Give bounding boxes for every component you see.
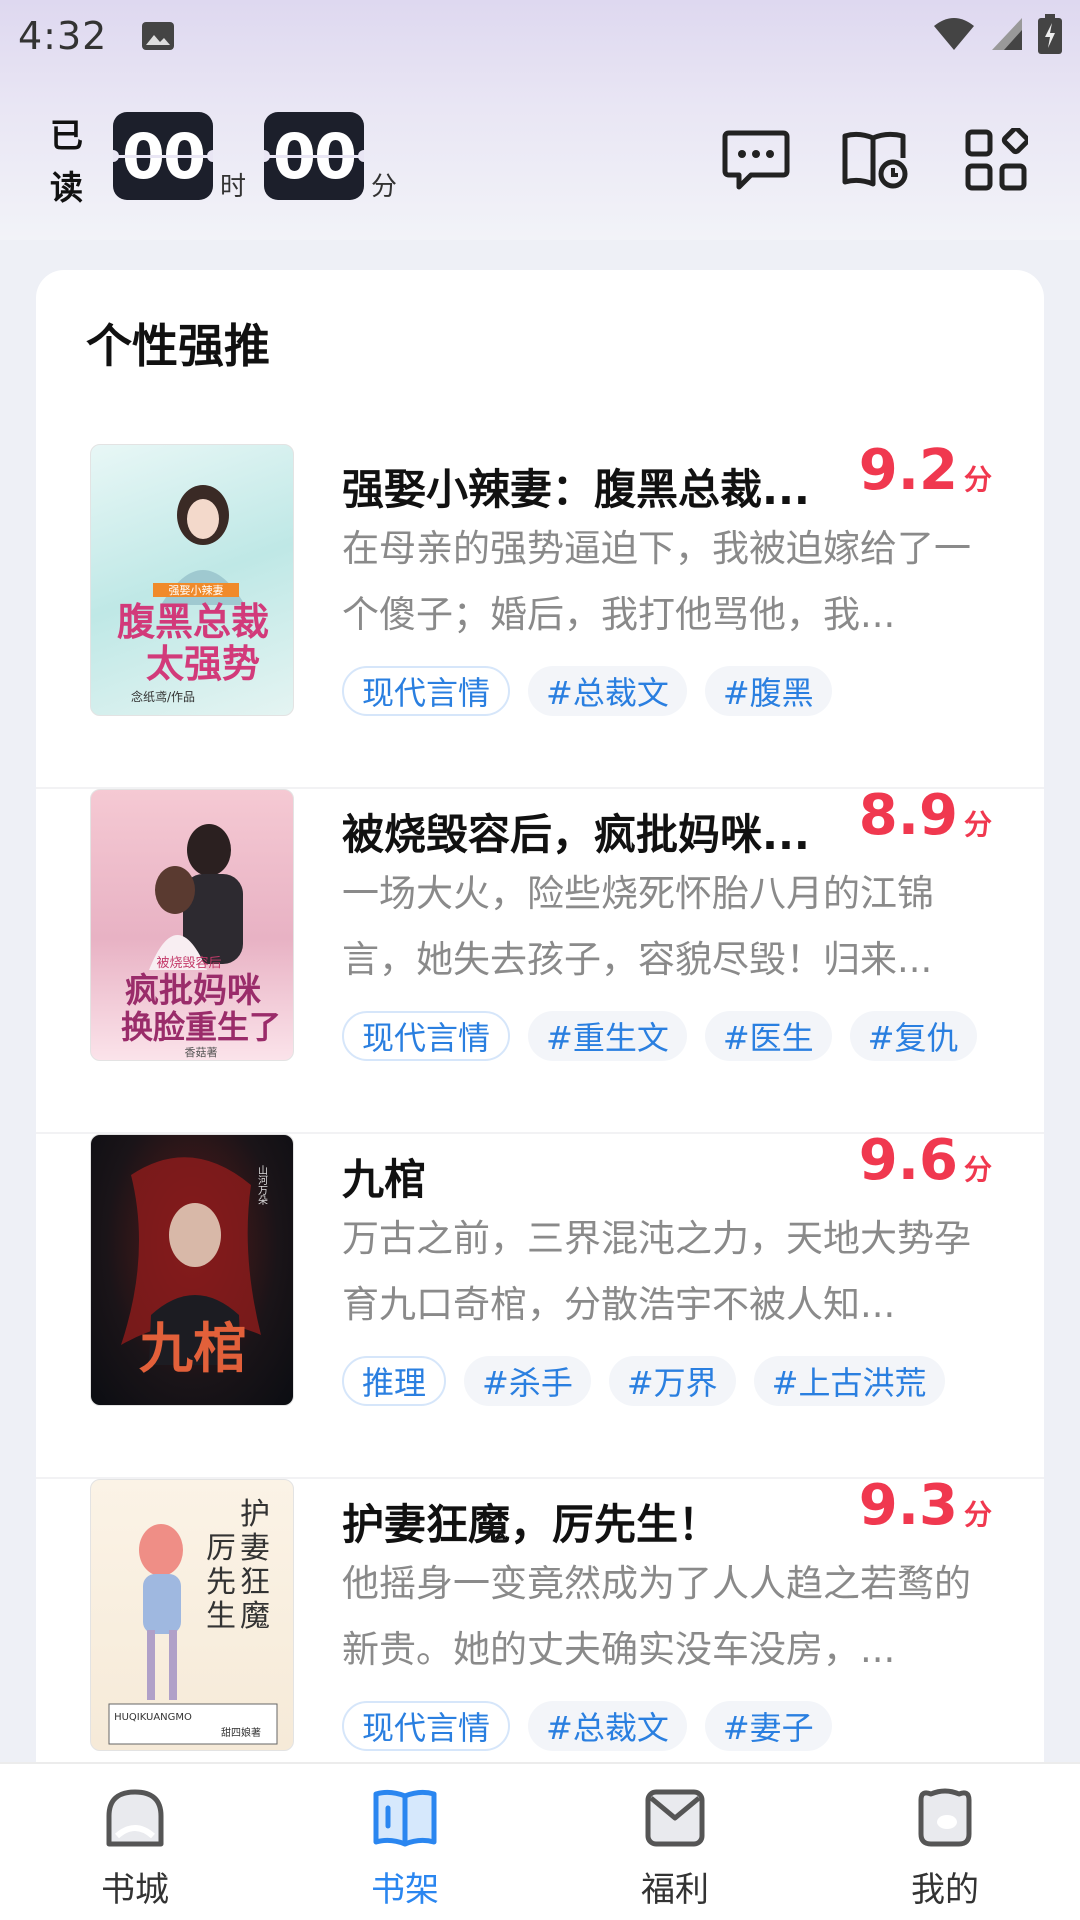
message-icon[interactable] <box>716 120 796 200</box>
tag-item[interactable]: #总裁文 <box>528 666 687 716</box>
svg-text:厉: 厉 <box>206 1531 236 1566</box>
book-title[interactable]: 九棺 <box>342 1146 842 1207</box>
bookstore-icon <box>103 1786 167 1854</box>
read-label: 已读 <box>50 116 83 207</box>
nav-profile[interactable]: 我的 <box>810 1764 1080 1920</box>
nav-label: 我的 <box>911 1870 979 1910</box>
svg-text:九棺: 九棺 <box>139 1316 247 1380</box>
reading-time-header: 已读 00 时 00 分 <box>0 100 1080 240</box>
minutes-unit: 分 <box>371 172 398 202</box>
svg-text:腹黑总裁: 腹黑总裁 <box>117 599 269 644</box>
book-cover[interactable]: 山河万朵 九棺 <box>90 1134 294 1406</box>
tag-item[interactable]: #重生文 <box>528 1011 687 1061</box>
book-description: 在母亲的强势逼迫下，我被迫嫁给了一个傻子；婚后，我打他骂他，我... <box>342 527 971 636</box>
svg-text:太强势: 太强势 <box>146 641 260 686</box>
hours-counter: 00 <box>113 112 213 200</box>
book-score: 9.2 分 <box>858 438 992 503</box>
svg-text:护: 护 <box>240 1497 270 1532</box>
svg-text:狂: 狂 <box>240 1565 270 1600</box>
tag-item[interactable]: #上古洪荒 <box>753 1356 945 1406</box>
svg-text:香菇著: 香菇著 <box>185 1045 218 1059</box>
book-cover[interactable]: 强娶小辣妻 腹黑总裁 太强势 念纸鸢/作品 <box>90 444 294 716</box>
svg-text:HUQIKUANGMO: HUQIKUANGMO <box>114 1712 192 1723</box>
nav-label: 书城 <box>101 1870 169 1910</box>
battery-icon <box>1038 14 1062 58</box>
book-description: 他摇身一变竟然成为了人人趋之若鹜的新贵。她的丈夫确实没车没房，... <box>342 1562 971 1671</box>
book-tags: 现代言情 #总裁文 #妻子 <box>342 1701 832 1751</box>
bottom-navigation: 书城 书架 福利 我的 <box>0 1762 1080 1920</box>
hours-unit: 时 <box>220 172 247 202</box>
status-bar: 4:32 <box>0 0 1080 72</box>
book-title[interactable]: 护妻狂魔，厉先生！ <box>342 1491 842 1552</box>
status-time: 4:32 <box>18 14 108 58</box>
nav-bookshelf[interactable]: 书架 <box>270 1764 540 1920</box>
tag-item[interactable]: #妻子 <box>704 1701 832 1751</box>
book-tags: 现代言情 #重生文 #医生 #复仇 <box>342 1011 977 1061</box>
svg-text:先: 先 <box>206 1565 236 1600</box>
book-description: 一场大火，险些烧死怀胎八月的江锦言，她失去孩子，容貌尽毁！归来... <box>342 872 934 981</box>
wifi-icon <box>932 16 976 56</box>
recommendation-card: 个性强推 强娶小辣妻 腹黑总裁 太强势 念纸鸢/作品 强娶小辣妻：腹黑总裁...… <box>36 270 1044 1830</box>
tag-category[interactable]: 现代言情 <box>342 1011 511 1061</box>
svg-text:换脸重生了: 换脸重生了 <box>121 1008 281 1046</box>
svg-text:甜四娘著: 甜四娘著 <box>221 1726 261 1739</box>
nav-label: 福利 <box>641 1870 709 1910</box>
book-item[interactable]: 被烧毁容后 疯批妈咪 换脸重生了 香菇著 被烧毁容后，疯批妈咪... 8.9 分 … <box>36 783 1044 1134</box>
book-score: 9.6 分 <box>858 1128 992 1193</box>
book-description: 万古之前，三界混沌之力，天地大势孕育九口奇棺，分散浩宇不被人知... <box>342 1217 971 1326</box>
tag-item[interactable]: #杀手 <box>464 1356 591 1406</box>
book-tags: 现代言情 #总裁文 #腹黑 <box>342 666 832 716</box>
nav-bookstore[interactable]: 书城 <box>0 1764 270 1920</box>
tag-item[interactable]: #万界 <box>608 1356 736 1406</box>
tag-item[interactable]: #腹黑 <box>704 666 832 716</box>
nav-welfare[interactable]: 福利 <box>540 1764 810 1920</box>
svg-text:魔: 魔 <box>240 1599 270 1634</box>
minutes-counter: 00 <box>264 112 364 200</box>
svg-text:妻: 妻 <box>240 1531 270 1566</box>
tag-item[interactable]: #医生 <box>704 1011 832 1061</box>
nav-label: 书架 <box>371 1870 439 1910</box>
image-icon <box>141 21 175 51</box>
svg-text:被烧毁容后: 被烧毁容后 <box>156 955 221 971</box>
book-title[interactable]: 强娶小辣妻：腹黑总裁... <box>342 456 842 517</box>
book-score: 8.9 分 <box>858 783 992 848</box>
section-title: 个性强推 <box>86 319 270 373</box>
signal-icon <box>990 16 1024 56</box>
book-score: 9.3 分 <box>858 1473 992 1538</box>
book-tags: 推理 #杀手 #万界 #上古洪荒 <box>342 1356 945 1406</box>
category-grid-icon[interactable] <box>956 120 1036 200</box>
book-item[interactable]: 山河万朵 九棺 九棺 9.6 分 万古之前，三界混沌之力，天地大势孕育九口奇棺，分… <box>36 1128 1044 1479</box>
svg-text:山河万朵: 山河万朵 <box>256 1165 268 1206</box>
tag-item[interactable]: #总裁文 <box>528 1701 687 1751</box>
book-cover[interactable]: 被烧毁容后 疯批妈咪 换脸重生了 香菇著 <box>90 789 294 1061</box>
svg-text:强娶小辣妻: 强娶小辣妻 <box>169 583 224 597</box>
tag-category[interactable]: 推理 <box>342 1356 447 1406</box>
profile-icon <box>913 1786 977 1854</box>
tag-item[interactable]: #复仇 <box>849 1011 977 1061</box>
welfare-icon <box>643 1786 707 1854</box>
svg-text:生: 生 <box>206 1599 236 1634</box>
reading-history-icon[interactable] <box>836 120 916 200</box>
svg-text:疯批妈咪: 疯批妈咪 <box>125 971 261 1011</box>
bookshelf-icon <box>370 1786 440 1854</box>
tag-category[interactable]: 现代言情 <box>342 1701 511 1751</box>
book-title[interactable]: 被烧毁容后，疯批妈咪... <box>342 801 842 862</box>
svg-text:念纸鸢/作品: 念纸鸢/作品 <box>131 689 195 704</box>
tag-category[interactable]: 现代言情 <box>342 666 511 716</box>
book-cover[interactable]: 护 妻 狂 魔 厉 先 生 HUQIKUANGMO 甜四娘著 <box>90 1479 294 1751</box>
book-item[interactable]: 强娶小辣妻 腹黑总裁 太强势 念纸鸢/作品 强娶小辣妻：腹黑总裁... 9.2 分… <box>36 438 1044 789</box>
